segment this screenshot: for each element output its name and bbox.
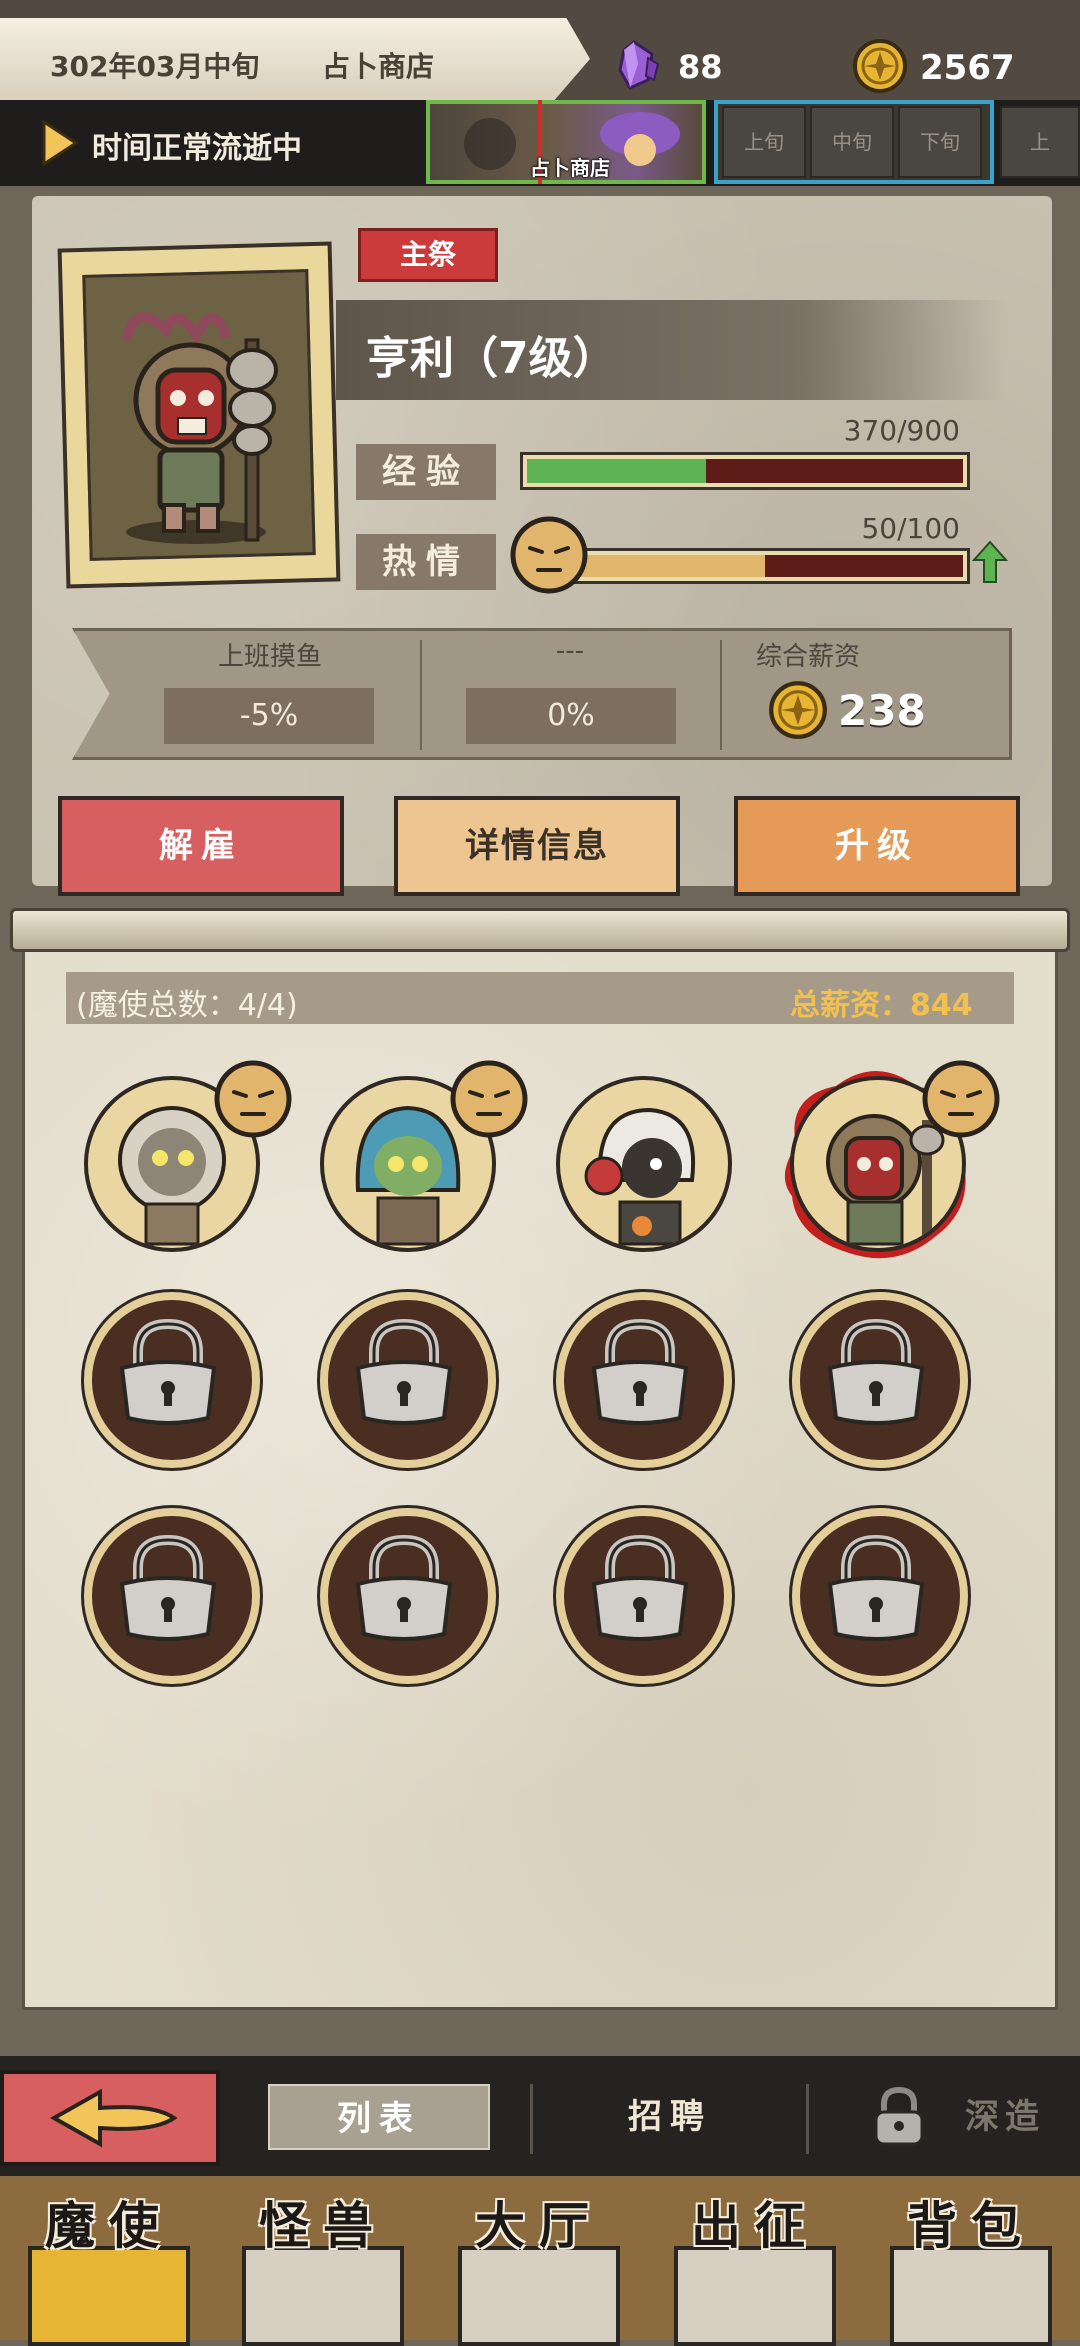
henry-portrait — [121, 312, 278, 544]
mage-skull-icon — [28, 2246, 190, 2346]
fire-button[interactable]: 解雇 — [58, 796, 344, 896]
timeline-label: 占卜商店 — [530, 156, 610, 180]
current-location: 占卜商店 — [322, 50, 435, 83]
back-button[interactable] — [0, 2070, 220, 2166]
back-arrow-icon — [49, 2088, 178, 2148]
mood-bar-fill — [567, 555, 765, 577]
crystal-icon — [618, 40, 660, 90]
padlock-icon — [827, 1318, 925, 1425]
locked-slot[interactable] — [317, 1505, 499, 1687]
nav-backpack[interactable]: 背包 — [866, 2176, 1076, 2346]
padlock-icon — [827, 1534, 925, 1641]
timeline-slot-next[interactable]: 上 — [1000, 106, 1080, 178]
padlock-icon — [119, 1534, 217, 1641]
nav-monsters[interactable]: 怪兽 — [218, 2176, 428, 2346]
expedition-icon — [674, 2246, 836, 2346]
locked-slot[interactable] — [789, 1289, 971, 1471]
subnav-divider — [530, 2084, 533, 2154]
locked-slot[interactable] — [553, 1289, 735, 1471]
salary-label: 综合薪资 — [755, 642, 860, 672]
locked-slot[interactable] — [317, 1289, 499, 1471]
white-hair-mage-avatar — [584, 1107, 695, 1246]
stats-divider — [420, 640, 422, 750]
slack-label: 上班摸鱼 — [217, 642, 322, 672]
blank-label: --- — [555, 636, 585, 666]
nav-label: 怪兽 — [259, 2197, 387, 2255]
neutral-face-icon — [450, 1060, 528, 1138]
game-date: 302年03月中旬 — [50, 50, 260, 83]
mood-label: 热情 — [356, 534, 496, 590]
details-button[interactable]: 详情信息 — [394, 796, 680, 896]
crystal-count: 88 — [678, 48, 723, 86]
locked-slot[interactable] — [553, 1505, 735, 1687]
character-name: 亨利（7级） — [366, 333, 617, 384]
member-slot-white-hair-mage[interactable] — [556, 1076, 732, 1252]
padlock-icon — [591, 1534, 689, 1641]
nav-mages[interactable]: 魔使 — [4, 2176, 214, 2346]
exp-bar — [520, 452, 970, 490]
padlock-icon — [355, 1534, 453, 1641]
nav-label: 出征 — [691, 2197, 819, 2255]
tab-recruit[interactable]: 招聘 — [560, 2084, 780, 2150]
neutral-face-icon — [922, 1060, 1000, 1138]
coin-icon — [853, 39, 907, 93]
padlock-icon — [355, 1318, 453, 1425]
play-icon[interactable] — [40, 118, 80, 168]
neutral-face-icon — [510, 516, 588, 594]
time-status: 时间正常流逝中 — [92, 131, 302, 166]
hall-icon — [458, 2246, 620, 2346]
padlock-icon — [119, 1318, 217, 1425]
timeline-slot-early[interactable]: 上旬 — [722, 106, 806, 178]
exp-value: 370/900 — [843, 414, 960, 447]
exp-bar-fill — [527, 459, 707, 483]
subnav-divider — [806, 2084, 809, 2154]
timeline-slot-late[interactable]: 下旬 — [898, 106, 982, 178]
slack-value: -5% — [164, 688, 374, 744]
monster-icon — [242, 2246, 404, 2346]
nav-expedition[interactable]: 出征 — [650, 2176, 860, 2346]
nav-label: 背包 — [907, 2197, 1035, 2255]
mood-value: 50/100 — [861, 512, 960, 545]
upgrade-button[interactable]: 升级 — [734, 796, 1020, 896]
tab-list[interactable]: 列表 — [268, 2084, 490, 2150]
locked-slot[interactable] — [81, 1289, 263, 1471]
tab-forge[interactable]: 深造 — [940, 2084, 1070, 2150]
nav-label: 大厅 — [475, 2197, 603, 2255]
mood-up-arrow-icon — [972, 540, 1008, 583]
padlock-icon — [591, 1318, 689, 1425]
exp-label: 经验 — [356, 444, 496, 500]
locked-slot[interactable] — [81, 1505, 263, 1687]
neutral-face-icon — [214, 1060, 292, 1138]
mage-count: (魔使总数：4/4) — [76, 988, 298, 1023]
nav-label: 魔使 — [45, 2197, 173, 2255]
lock-icon — [874, 2086, 924, 2146]
total-salary: 总薪资：844 — [790, 988, 973, 1023]
coin-count: 2567 — [920, 48, 1015, 88]
role-tag: 主祭 — [358, 228, 498, 282]
timeline-slot-mid[interactable]: 中旬 — [810, 106, 894, 178]
nav-hall[interactable]: 大厅 — [434, 2176, 644, 2346]
scroll-rod — [10, 908, 1070, 952]
locked-slot[interactable] — [789, 1505, 971, 1687]
blank-value: 0% — [466, 688, 676, 744]
backpack-icon — [890, 2246, 1052, 2346]
salary-value: 238 — [838, 686, 926, 735]
coin-icon — [769, 681, 827, 739]
mood-bar — [560, 548, 970, 584]
